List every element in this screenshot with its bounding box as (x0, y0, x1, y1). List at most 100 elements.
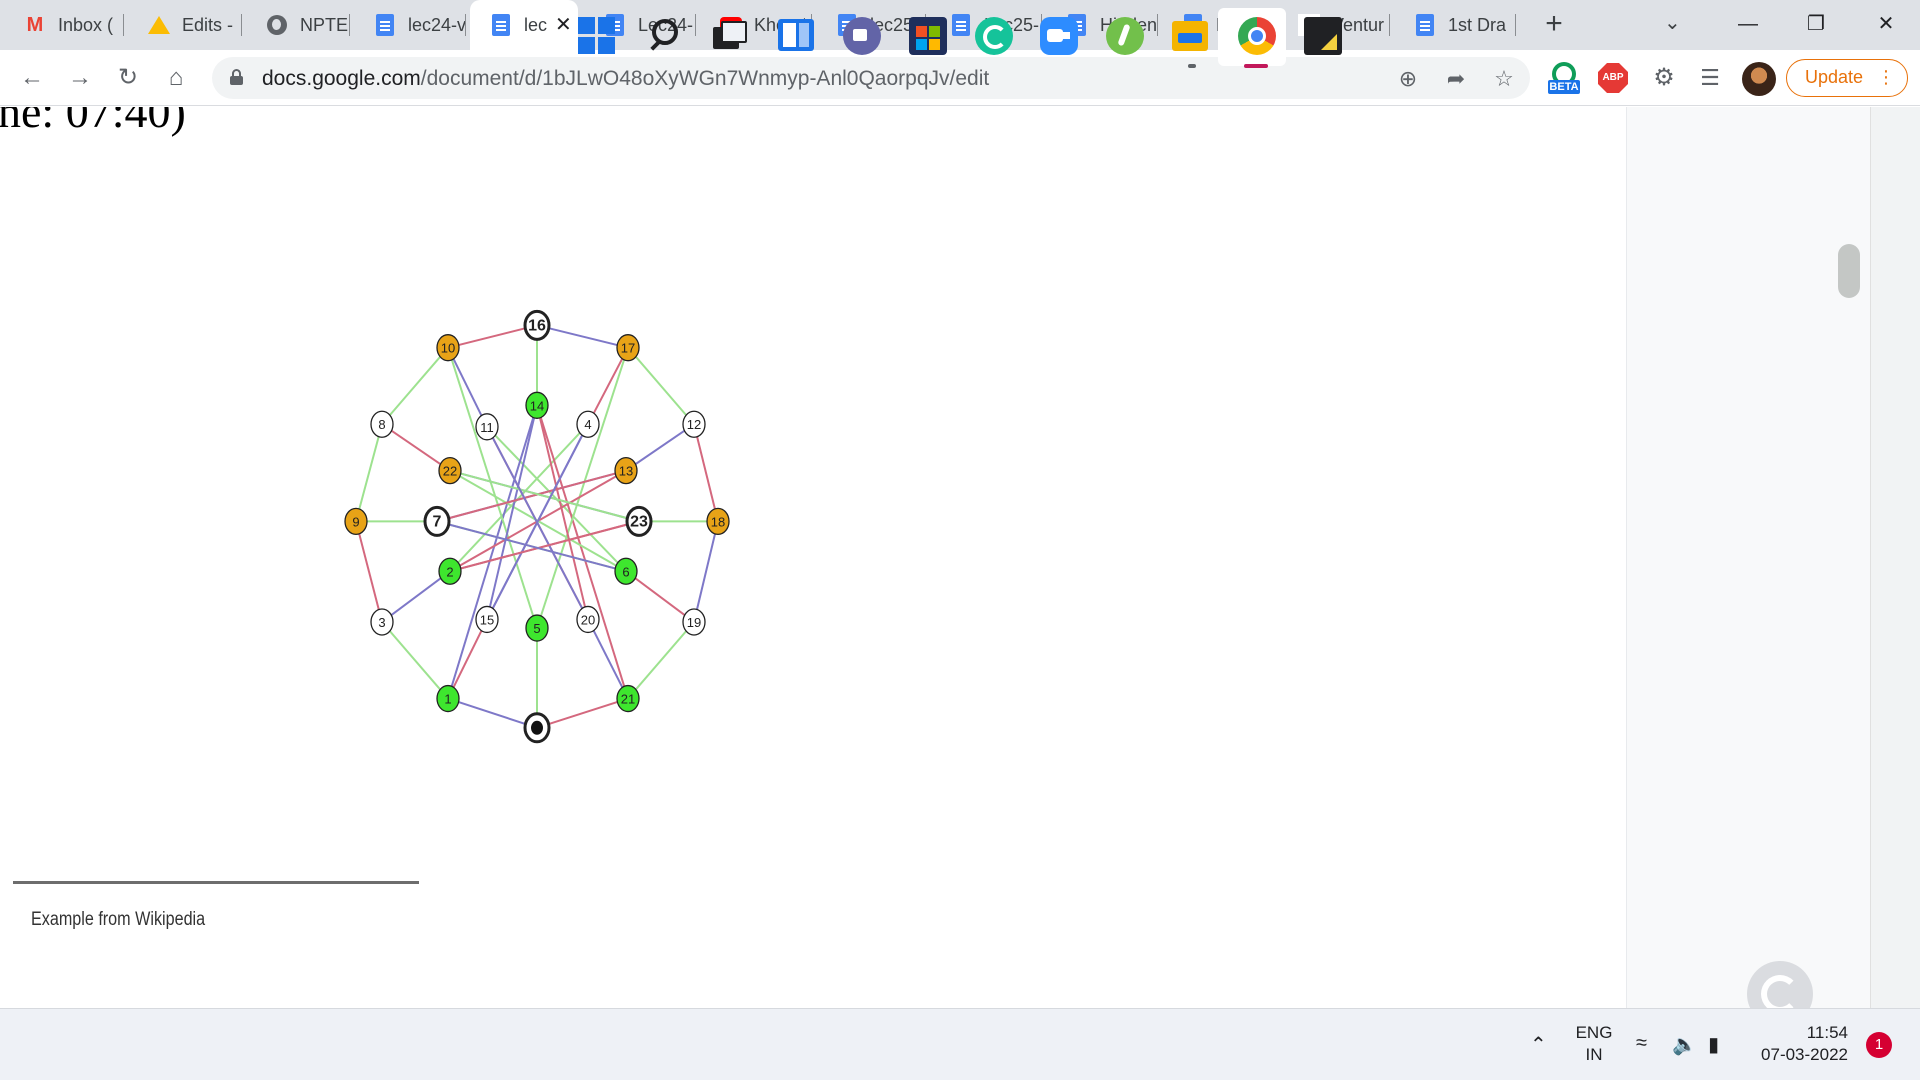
graph-node: 7 (423, 505, 451, 537)
graph-edge (693, 521, 719, 623)
url-domain: docs.google.com (262, 67, 421, 90)
graph-node-label: 20 (581, 612, 595, 627)
tab-separator (123, 14, 124, 36)
graph-node-label: 22 (443, 464, 457, 479)
browser-tab[interactable]: Edits - (128, 0, 242, 50)
tab-search-chevron-icon[interactable]: ⌄ (1664, 10, 1681, 35)
browser-tab[interactable]: 1st Dra (1394, 0, 1516, 50)
address-bar[interactable]: docs.google.com/document/d/1bJLwO48oXyWG… (212, 57, 1530, 99)
show-hidden-icons-chevron-icon[interactable]: ⌃ (1530, 1032, 1547, 1057)
graph-node: 9 (344, 507, 368, 536)
language-indicator[interactable]: ENG IN (1574, 1022, 1614, 1066)
graph-node-label: 16 (528, 317, 546, 334)
update-button-label: Update (1805, 67, 1864, 87)
file-explorer-icon[interactable] (1172, 17, 1210, 55)
graph-edge (625, 570, 695, 623)
graph-node-label: 11 (480, 420, 494, 435)
graph-node: 13 (614, 457, 638, 485)
tab-label: 1st Dra (1448, 14, 1507, 35)
lock-icon[interactable] (230, 69, 243, 85)
teams-chat-icon[interactable] (843, 17, 881, 55)
volume-icon[interactable]: 🔈 (1672, 1032, 1697, 1057)
graph-node: 11 (475, 413, 499, 441)
close-tab-icon[interactable]: ✕ (555, 15, 572, 35)
zoom-app-icon[interactable] (1040, 17, 1078, 55)
footnote-divider (13, 881, 419, 884)
graph-node: 5 (525, 614, 549, 642)
graph-node: 19 (682, 608, 706, 636)
widgets-icon[interactable] (778, 17, 816, 55)
update-button[interactable]: Update ⋮ (1786, 59, 1908, 97)
google-drive-icon (148, 14, 170, 36)
close-window-button[interactable]: ✕ (1856, 6, 1916, 42)
sticky-notes-icon[interactable] (1304, 17, 1342, 55)
heading-fragment: ne: 07:40) (0, 107, 186, 137)
graph-node: 22 (438, 457, 462, 485)
browser-tab[interactable]: lec24-v (354, 0, 466, 50)
tab-separator (1157, 14, 1158, 36)
language-code: ENG (1575, 1023, 1613, 1042)
share-icon[interactable]: ➦ (1442, 65, 1470, 93)
media-controls-icon[interactable]: ☰ (1694, 62, 1726, 94)
tab-separator (465, 14, 466, 36)
google-docs-icon (374, 14, 396, 36)
figure-caption: Example from Wikipedia (31, 909, 206, 930)
graph-node (523, 712, 551, 744)
forward-arrow-icon[interactable]: → (64, 62, 96, 94)
bookmark-star-icon[interactable]: ☆ (1490, 65, 1518, 93)
google-docs-icon (1414, 14, 1436, 36)
extensions-puzzle-icon[interactable]: ⚙ (1648, 62, 1680, 94)
graph-node: 10 (436, 334, 460, 362)
graph-node-label: 1 (444, 692, 451, 707)
grammarly-icon[interactable] (975, 17, 1013, 55)
minimize-button[interactable]: — (1718, 6, 1778, 42)
notification-badge[interactable]: 1 (1866, 1032, 1892, 1058)
graph-node: 2 (438, 557, 462, 585)
tab-label: lec (524, 14, 548, 35)
new-tab-button[interactable]: + (1537, 8, 1571, 42)
search-icon[interactable] (646, 17, 684, 55)
windows-start-icon[interactable] (578, 17, 616, 55)
chrome-icon[interactable] (1238, 17, 1276, 55)
graph-edge (449, 520, 640, 573)
graph-edge (447, 347, 488, 428)
reload-icon[interactable]: ↻ (112, 62, 144, 94)
profile-avatar[interactable] (1742, 62, 1776, 96)
restore-button[interactable]: ❐ (1786, 6, 1846, 42)
graph-edge (447, 697, 538, 729)
graph-node-dot (531, 720, 543, 735)
graph-node-label: 9 (352, 514, 359, 529)
zoom-icon[interactable]: ⊕ (1394, 65, 1422, 93)
tab-label: NPTEL (300, 14, 350, 35)
graph-edge (381, 347, 449, 425)
browser-tab[interactable]: lec ✕ (470, 0, 578, 50)
adblock-plus-icon[interactable]: ABP (1598, 63, 1628, 93)
graph-edge (381, 570, 451, 623)
graph-edge (447, 347, 538, 629)
task-view-icon[interactable] (711, 17, 749, 55)
graph-node: 1 (436, 684, 460, 713)
scrollbar-track[interactable] (1870, 107, 1920, 1008)
document-canvas[interactable]: ne: 07:40) 16 10 17 8 11 14 4 12 22 13 9 7 23 18 2 6 3 15… (0, 107, 1626, 1008)
wifi-icon[interactable]: ≈ (1636, 1032, 1647, 1055)
home-icon[interactable]: ⌂ (160, 62, 192, 94)
graph-node-label: 4 (584, 417, 591, 432)
battery-icon[interactable]: ▮ (1708, 1032, 1719, 1057)
more-menu-icon: ⋮ (1877, 67, 1895, 87)
browser-tab[interactable]: NPTEL (246, 0, 350, 50)
browser-tab[interactable]: M Inbox ( (4, 0, 124, 50)
graph-edge (536, 697, 629, 729)
scrollbar-thumb[interactable] (1838, 244, 1860, 298)
graph-node: 20 (576, 605, 600, 634)
back-arrow-icon[interactable]: ← (16, 62, 48, 94)
graph-node: 23 (625, 505, 653, 537)
tab-separator (1515, 14, 1516, 36)
beta-extension-icon[interactable]: BETA (1548, 62, 1580, 94)
system-clock[interactable]: 11:54 07-03-2022 (1752, 1022, 1848, 1066)
region-code: IN (1585, 1045, 1603, 1064)
graph-node-label: 7 (433, 513, 442, 530)
graph-node-label: 14 (530, 398, 544, 413)
microsoft-store-icon[interactable] (909, 17, 947, 55)
url-text[interactable]: docs.google.com/document/d/1bJLwO48oXyWG… (262, 67, 989, 91)
notes-app-icon[interactable] (1106, 17, 1144, 55)
